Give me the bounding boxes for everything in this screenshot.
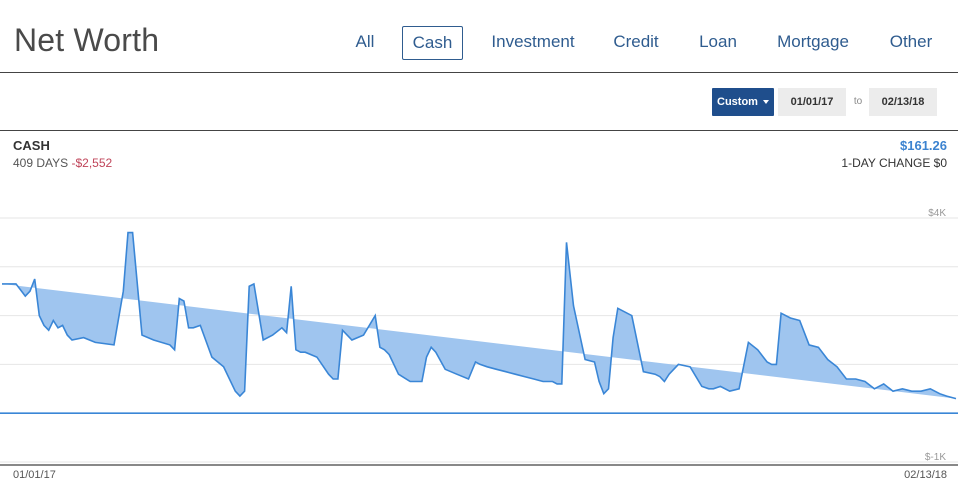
range-mode-dropdown[interactable]: Custom — [712, 88, 774, 116]
tab-other[interactable]: Other — [885, 26, 937, 58]
account-name: CASH — [13, 138, 50, 153]
account-type-tabs: All Cash Investment Credit Loan Mortgage… — [340, 26, 961, 60]
page-title: Net Worth — [14, 22, 160, 58]
x-axis-line — [0, 464, 958, 466]
account-period-summary: 409 DAYS -$2,552 — [13, 156, 112, 170]
tab-loan[interactable]: Loan — [692, 26, 744, 58]
caret-down-icon — [762, 100, 769, 105]
period-change: -$2,552 — [71, 156, 113, 170]
tab-all[interactable]: All — [348, 26, 382, 58]
tab-cash[interactable]: Cash — [402, 26, 463, 60]
start-date-field[interactable]: 01/01/17 — [778, 88, 846, 116]
y-tick-label-bottom: $-1K — [925, 452, 946, 463]
range-mode-label: Custom — [717, 96, 758, 108]
date-range-separator: to — [853, 96, 863, 107]
header-divider — [0, 72, 958, 73]
one-day-change: 1-DAY CHANGE $0 — [841, 156, 947, 170]
period-days: 409 DAYS — [13, 156, 69, 170]
end-date-field[interactable]: 02/13/18 — [869, 88, 937, 116]
account-balance: $161.26 — [900, 138, 947, 153]
y-tick-label-top: $4K — [928, 208, 946, 219]
x-tick-label-end: 02/13/18 — [904, 469, 947, 481]
tab-mortgage[interactable]: Mortgage — [772, 26, 854, 58]
chart-grid — [0, 217, 958, 463]
tab-investment[interactable]: Investment — [485, 26, 581, 58]
x-tick-label-start: 01/01/17 — [13, 469, 56, 481]
cash-area-chart[interactable]: $4K $-1K — [0, 200, 961, 464]
chart-top-divider — [0, 130, 958, 131]
tab-credit[interactable]: Credit — [608, 26, 664, 58]
